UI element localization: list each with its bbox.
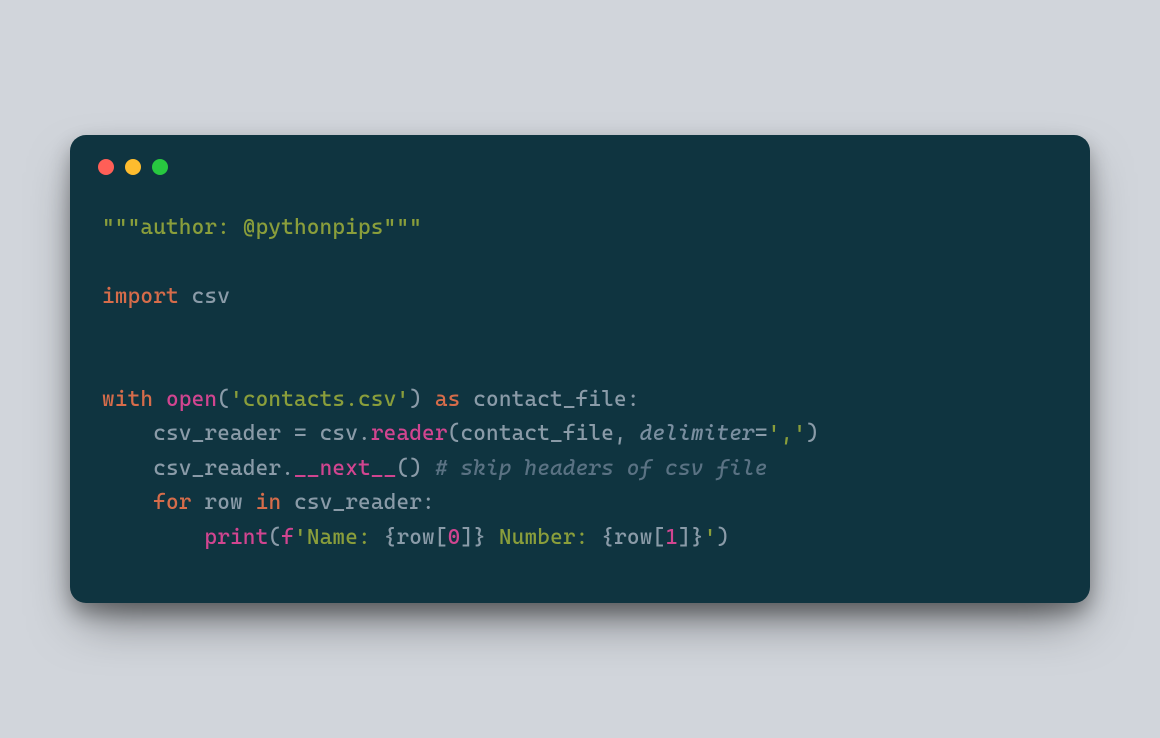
- for-keyword: for: [153, 490, 191, 515]
- bracket-close: ]: [678, 525, 691, 550]
- delimiter-string: ',': [768, 421, 806, 446]
- variable-name: csv_reader: [153, 456, 281, 481]
- fstring-text: Name:: [307, 525, 384, 550]
- indent: [102, 490, 153, 515]
- dot: .: [281, 456, 294, 481]
- open-function: open: [166, 387, 217, 412]
- iterable-name: csv_reader: [294, 490, 422, 515]
- minimize-icon[interactable]: [125, 159, 141, 175]
- colon: :: [627, 387, 640, 412]
- parens: (): [396, 456, 422, 481]
- equals-operator: =: [755, 421, 768, 446]
- arg-name: contact_file: [460, 421, 614, 446]
- space: [307, 421, 320, 446]
- paren-close: ): [806, 421, 819, 446]
- module-name: csv: [179, 284, 230, 309]
- module-ref: csv: [320, 421, 358, 446]
- paren-open: (: [268, 525, 281, 550]
- window-titlebar: [70, 135, 1090, 183]
- expr-var: row: [396, 525, 434, 550]
- paren-close: ): [409, 387, 422, 412]
- index-number: 1: [665, 525, 678, 550]
- space: [422, 456, 435, 481]
- code-window: """author: @pythonpips""" import csv wit…: [70, 135, 1090, 603]
- bracket-open: [: [653, 525, 666, 550]
- print-function: print: [204, 525, 268, 550]
- string-quote: ': [704, 525, 717, 550]
- comma: ,: [614, 421, 627, 446]
- dunder-method: __next__: [294, 456, 396, 481]
- bracket-open: [: [435, 525, 448, 550]
- indent: [102, 421, 153, 446]
- space: [281, 490, 294, 515]
- paren-open: (: [217, 387, 230, 412]
- indent: [102, 456, 153, 481]
- space: [153, 387, 166, 412]
- comment: # skip headers of csv file: [435, 456, 768, 481]
- dot: .: [358, 421, 371, 446]
- kwarg-name: delimiter: [640, 421, 755, 446]
- with-keyword: with: [102, 387, 153, 412]
- paren-open: (: [448, 421, 461, 446]
- space: [460, 387, 473, 412]
- brace-open: {: [384, 525, 397, 550]
- brace-close: }: [473, 525, 486, 550]
- close-icon[interactable]: [98, 159, 114, 175]
- loop-var: row: [204, 490, 242, 515]
- as-keyword: as: [435, 387, 461, 412]
- fstring-text: Number:: [486, 525, 601, 550]
- fstring-prefix: f: [281, 525, 294, 550]
- index-number: 0: [448, 525, 461, 550]
- bracket-close: ]: [460, 525, 473, 550]
- docstring: """author: @pythonpips""": [102, 215, 422, 240]
- reader-method: reader: [371, 421, 448, 446]
- equals-operator: =: [294, 421, 307, 446]
- brace-open: {: [601, 525, 614, 550]
- in-keyword: in: [256, 490, 282, 515]
- maximize-icon[interactable]: [152, 159, 168, 175]
- paren-close: ): [717, 525, 730, 550]
- space: [243, 490, 256, 515]
- space: [627, 421, 640, 446]
- brace-close: }: [691, 525, 704, 550]
- space: [281, 421, 294, 446]
- filename-string: 'contacts.csv': [230, 387, 409, 412]
- indent: [102, 525, 204, 550]
- colon: :: [422, 490, 435, 515]
- space: [192, 490, 205, 515]
- import-keyword: import: [102, 284, 179, 309]
- variable-name: csv_reader: [153, 421, 281, 446]
- variable-name: contact_file: [473, 387, 627, 412]
- space: [422, 387, 435, 412]
- expr-var: row: [614, 525, 652, 550]
- string-quote: ': [294, 525, 307, 550]
- code-block[interactable]: """author: @pythonpips""" import csv wit…: [70, 183, 1090, 603]
